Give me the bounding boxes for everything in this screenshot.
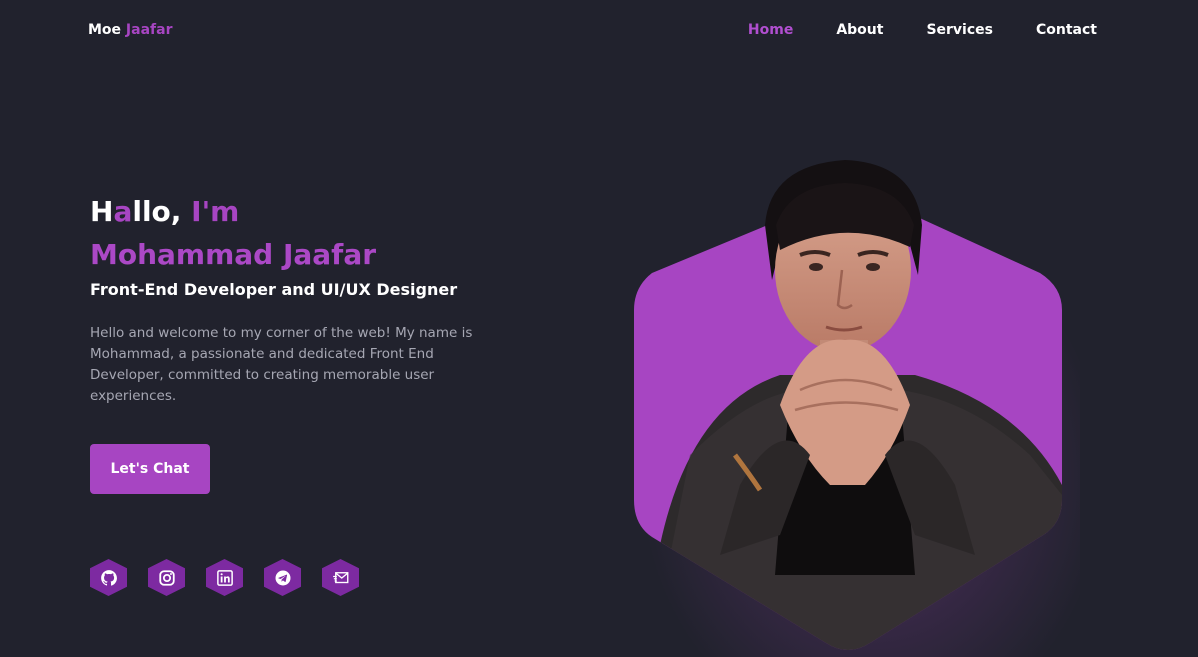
hero-role: Front-End Developer and UI/UX Designer [90,280,458,299]
hero-intro: Hello and welcome to my corner of the we… [90,325,473,404]
hero-name: Mohammad Jaafar [90,238,377,271]
github-link[interactable] [90,559,127,596]
nav-contact[interactable]: Contact [1036,22,1097,38]
linkedin-icon [216,569,233,586]
greeting-h: H [90,195,114,228]
lets-chat-button[interactable]: Let's Chat [90,444,210,494]
site-logo[interactable]: Moe Jaafar [88,22,172,38]
page: Moe Jaafar Home About Services Contact H… [0,0,1198,657]
portrait-image [634,160,1062,651]
logo-accent: Jaafar [125,22,173,38]
linkedin-link[interactable] [206,559,243,596]
telegram-link[interactable] [264,559,301,596]
instagram-icon [158,569,175,586]
mail-link[interactable] [322,559,359,596]
greeting-im: I'm [191,195,240,228]
greeting: Hallo, I'm [90,195,239,229]
nav-about[interactable]: About [836,22,883,38]
instagram-link[interactable] [148,559,185,596]
mail-icon [332,571,348,583]
greeting-a: a [113,195,133,228]
logo-first: Moe [88,22,122,38]
social-links [90,559,359,596]
main-nav: Home About Services Contact [705,22,1097,38]
greeting-rest: llo, [132,195,182,228]
nav-home[interactable]: Home [748,22,793,38]
github-icon [100,569,117,586]
nav-services[interactable]: Services [926,22,993,38]
telegram-icon [275,570,290,585]
